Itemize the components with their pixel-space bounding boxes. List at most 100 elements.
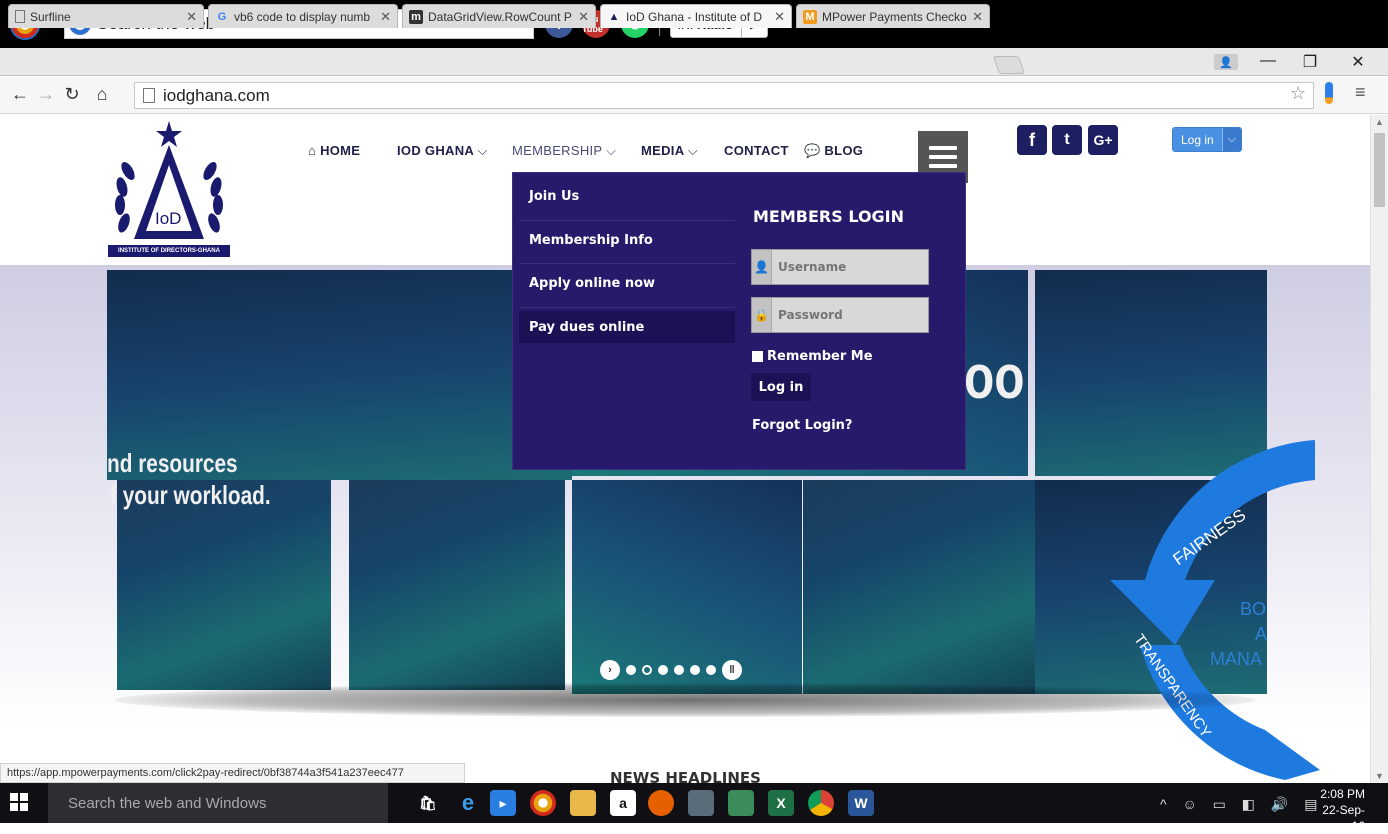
- close-icon[interactable]: ✕: [380, 9, 391, 25]
- excel-icon[interactable]: X: [768, 790, 794, 816]
- media-player-icon[interactable]: ▸: [490, 790, 516, 816]
- chrome-icon[interactable]: [808, 790, 834, 816]
- file-explorer-icon[interactable]: [570, 790, 596, 816]
- back-icon[interactable]: ←: [10, 84, 30, 105]
- nav-iod-ghana[interactable]: IOD GHANA ⌵: [397, 143, 488, 159]
- tab-vb6[interactable]: G vb6 code to display numb ✕: [208, 4, 398, 28]
- nav-contact[interactable]: CONTACT: [724, 143, 789, 158]
- close-icon[interactable]: ✕: [972, 9, 983, 25]
- dropdown-divider: [519, 220, 735, 221]
- slider-dot[interactable]: [674, 665, 684, 675]
- nav-home[interactable]: ⌂ HOME: [308, 143, 360, 158]
- forward-icon[interactable]: →: [36, 84, 56, 105]
- tab-iod-ghana[interactable]: ▲ IoD Ghana - Institute of D ✕: [600, 4, 792, 28]
- iod-icon: ▲: [608, 10, 620, 23]
- amazon-icon[interactable]: a: [610, 790, 636, 816]
- slider-dot[interactable]: [706, 665, 716, 675]
- username-field[interactable]: 👤: [751, 249, 929, 285]
- url-text: iodghana.com: [163, 85, 270, 105]
- dropdown-item-pay-dues[interactable]: Pay dues online: [529, 320, 644, 335]
- scroll-thumb[interactable]: [1374, 133, 1385, 207]
- slide-headline: oom of the F: [964, 343, 1028, 412]
- system-tray-icons[interactable]: ^ ☺ ▭ ◧ 🔊 ▤: [1160, 796, 1323, 813]
- tab-mpower[interactable]: M MPower Payments Checko ✕: [796, 4, 990, 28]
- tab-datagridview[interactable]: m DataGridView.RowCount P ✕: [402, 4, 596, 28]
- logo-text: IoD: [155, 209, 181, 228]
- minimize-button[interactable]: —: [1253, 52, 1283, 70]
- nav-blog[interactable]: 💬 BLOG: [804, 143, 863, 159]
- slider-shadow: [115, 683, 1255, 717]
- close-window-button[interactable]: ✕: [1343, 52, 1373, 72]
- twitter-icon[interactable]: t: [1052, 125, 1082, 155]
- close-icon[interactable]: ✕: [774, 9, 785, 25]
- edge-icon[interactable]: e: [455, 790, 481, 816]
- facebook-icon[interactable]: f: [1017, 125, 1047, 155]
- checkbox[interactable]: [752, 351, 763, 362]
- slider-dot[interactable]: [626, 665, 636, 675]
- username-input[interactable]: [772, 260, 922, 274]
- firefox-icon[interactable]: [648, 790, 674, 816]
- windows-start-icon[interactable]: [10, 793, 28, 811]
- app-icon[interactable]: [728, 790, 754, 816]
- close-icon[interactable]: ✕: [578, 9, 589, 25]
- dropdown-divider: [519, 263, 735, 264]
- slide-text-line1: nd resources: [107, 448, 238, 478]
- word-icon[interactable]: W: [848, 790, 874, 816]
- page-scrollbar[interactable]: ▲ ▼: [1370, 115, 1388, 783]
- tab-label: vb6 code to display numb: [234, 9, 371, 24]
- nav-membership[interactable]: MEMBERSHIP ⌵: [512, 143, 616, 159]
- slide-text-line2: f your workload.: [110, 480, 271, 510]
- password-input[interactable]: [772, 308, 922, 322]
- next-slide-button[interactable]: ›: [600, 660, 620, 680]
- slider-dot[interactable]: [690, 665, 700, 675]
- arc-partial-word: MANA: [1210, 649, 1262, 669]
- chevron-down-icon: ⌵: [606, 143, 617, 158]
- google-icon: G: [217, 10, 227, 23]
- dropdown-item-join-us[interactable]: Join Us: [529, 189, 579, 204]
- app-icon[interactable]: [688, 790, 714, 816]
- google-plus-icon[interactable]: G+: [1088, 125, 1118, 155]
- taskbar-clock[interactable]: 2:08 PM 22-Sep-16: [1315, 786, 1365, 834]
- news-headlines-heading: NEWS HEADLINES: [610, 769, 761, 783]
- tab-label: MPower Payments Checko: [822, 9, 967, 24]
- clock-date: 22-Sep-16: [1322, 803, 1365, 833]
- taskbar-search[interactable]: Search the web and Windows: [48, 783, 388, 823]
- forgot-login-link[interactable]: Forgot Login?: [752, 418, 852, 433]
- url-field[interactable]: iodghana.com: [134, 82, 1314, 109]
- scroll-down-icon[interactable]: ▼: [1375, 771, 1384, 781]
- surfline-taskbar-icon[interactable]: [530, 790, 556, 816]
- tab-surfline[interactable]: Surfline ✕: [8, 4, 204, 28]
- extension-icon[interactable]: [1325, 82, 1333, 104]
- store-icon[interactable]: 🛍: [415, 790, 441, 816]
- chevron-down-icon: ⌵: [687, 143, 698, 158]
- dropdown-item-apply-online[interactable]: Apply online now: [529, 276, 655, 291]
- dropdown-divider: [519, 307, 735, 308]
- site-login-button[interactable]: Log in ⌵: [1172, 127, 1243, 152]
- tab-label: DataGridView.RowCount P: [428, 9, 572, 24]
- status-bar-url: https://app.mpowerpayments.com/click2pay…: [0, 763, 465, 783]
- profile-icon[interactable]: 👤: [1214, 54, 1238, 70]
- slider-dot-active[interactable]: [642, 665, 652, 675]
- dropdown-item-membership-info[interactable]: Membership Info: [529, 233, 653, 248]
- tab-label: Surfline: [30, 9, 71, 24]
- members-login-button[interactable]: Log in: [751, 373, 811, 401]
- restore-button[interactable]: ❐: [1295, 52, 1325, 72]
- password-field[interactable]: 🔒: [751, 297, 929, 333]
- m-icon: m: [409, 9, 423, 24]
- chat-icon: 💬: [804, 143, 825, 158]
- reload-icon[interactable]: ↻: [62, 84, 82, 105]
- iod-logo[interactable]: IoD: [108, 121, 230, 261]
- pause-slide-button[interactable]: ‖: [722, 660, 742, 680]
- remember-me-checkbox[interactable]: Remember Me: [752, 349, 873, 364]
- close-icon[interactable]: ✕: [186, 9, 197, 25]
- slider-dot[interactable]: [658, 665, 668, 675]
- browser-menu-icon[interactable]: ≡: [1355, 82, 1366, 103]
- arc-partial-word: BO: [1240, 599, 1266, 619]
- bookmark-star-icon[interactable]: ☆: [1290, 83, 1306, 104]
- slide-tile: [349, 480, 565, 690]
- scroll-up-icon[interactable]: ▲: [1375, 117, 1384, 127]
- page-icon: [143, 88, 155, 103]
- page-icon: [15, 10, 25, 23]
- home-icon[interactable]: ⌂: [92, 84, 112, 105]
- nav-media[interactable]: MEDIA ⌵: [641, 143, 698, 159]
